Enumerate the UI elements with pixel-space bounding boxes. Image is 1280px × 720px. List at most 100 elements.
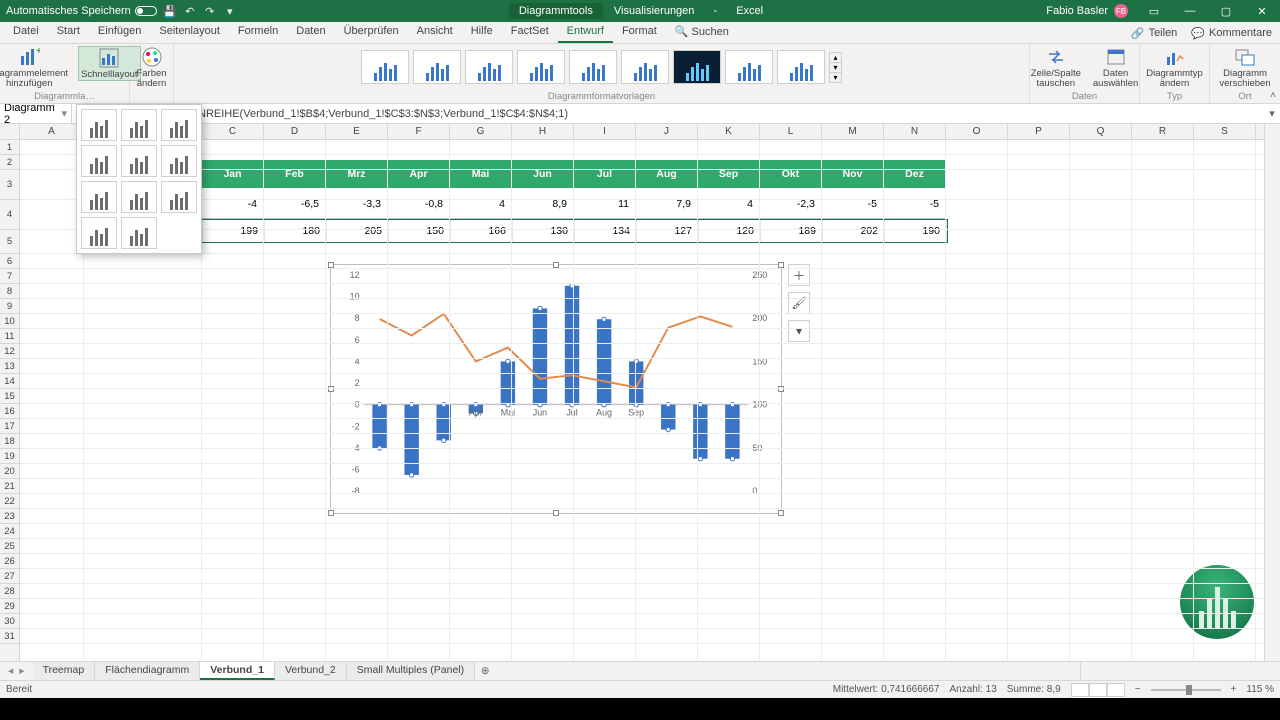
- save-icon[interactable]: 💾: [163, 4, 177, 18]
- chart-style-5[interactable]: [569, 50, 617, 84]
- add-chart-element-button[interactable]: + Diagrammelement hinzufügen: [0, 46, 70, 89]
- row-header-14[interactable]: 14: [0, 374, 19, 389]
- view-page-layout[interactable]: [1089, 683, 1107, 697]
- sheet-tab-fl-chendiagramm[interactable]: Flächendiagramm: [95, 662, 200, 680]
- styles-more[interactable]: ▾: [830, 72, 840, 82]
- row-header-7[interactable]: 7: [0, 269, 19, 284]
- quick-layout-option-9[interactable]: [161, 181, 197, 213]
- tell-me-search[interactable]: 🔍 Suchen: [666, 22, 738, 43]
- chart-style-2[interactable]: [413, 50, 461, 84]
- tab-ansicht[interactable]: Ansicht: [408, 22, 462, 43]
- column-header-R[interactable]: R: [1132, 124, 1194, 139]
- row-header-4[interactable]: 4: [0, 200, 19, 230]
- row-header-22[interactable]: 22: [0, 494, 19, 509]
- quick-layout-option-2[interactable]: [121, 109, 157, 141]
- precip-cell[interactable]: 150: [389, 220, 451, 242]
- sheet-nav-next[interactable]: ▸: [19, 665, 24, 677]
- select-data-button[interactable]: Daten auswählen: [1091, 46, 1140, 89]
- precip-cell[interactable]: 130: [513, 220, 575, 242]
- change-colors-button[interactable]: Farben ändern: [134, 46, 168, 89]
- tab-formeln[interactable]: Formeln: [229, 22, 287, 43]
- temp-cell[interactable]: -0,8: [388, 189, 450, 219]
- expand-formula-bar[interactable]: ▾: [1264, 107, 1280, 120]
- column-header-Q[interactable]: Q: [1070, 124, 1132, 139]
- row-header-1[interactable]: 1: [0, 140, 19, 155]
- row-header-9[interactable]: 9: [0, 299, 19, 314]
- column-header-A[interactable]: A: [20, 124, 84, 139]
- row-header-2[interactable]: 2: [0, 155, 19, 170]
- temp-cell[interactable]: -6,5: [264, 189, 326, 219]
- select-all-corner[interactable]: [0, 124, 20, 140]
- chart-filters-button[interactable]: ▾: [788, 320, 810, 342]
- chart-style-3[interactable]: [465, 50, 513, 84]
- tab-einfügen[interactable]: Einfügen: [89, 22, 150, 43]
- sheet-tab-treemap[interactable]: Treemap: [33, 662, 96, 680]
- chart-styles-gallery[interactable]: ▴ ▾ ▾: [359, 46, 843, 88]
- sheet-tab-small-multiples-panel-[interactable]: Small Multiples (Panel): [347, 662, 475, 680]
- qat-customize-icon[interactable]: ▾: [223, 4, 237, 18]
- tab-start[interactable]: Start: [48, 22, 89, 43]
- zoom-out[interactable]: −: [1135, 684, 1141, 695]
- column-header-C[interactable]: C: [202, 124, 264, 139]
- comments-button[interactable]: 💬 Kommentare: [1191, 27, 1272, 40]
- quick-layout-option-11[interactable]: [121, 217, 157, 249]
- column-header-L[interactable]: L: [760, 124, 822, 139]
- row-header-24[interactable]: 24: [0, 524, 19, 539]
- row-header-27[interactable]: 27: [0, 569, 19, 584]
- chart-style-9[interactable]: [777, 50, 825, 84]
- zoom-in[interactable]: +: [1231, 684, 1237, 695]
- view-normal[interactable]: [1071, 683, 1089, 697]
- switch-row-column-button[interactable]: Zeile/Spalte tauschen: [1029, 46, 1083, 89]
- row-header-25[interactable]: 25: [0, 539, 19, 554]
- quick-layout-option-10[interactable]: [81, 217, 117, 249]
- quick-layout-option-3[interactable]: [161, 109, 197, 141]
- quick-layout-option-4[interactable]: [81, 145, 117, 177]
- move-chart-button[interactable]: Diagramm verschieben: [1216, 46, 1274, 89]
- row-header-23[interactable]: 23: [0, 509, 19, 524]
- chart-style-6[interactable]: [621, 50, 669, 84]
- tab-hilfe[interactable]: Hilfe: [462, 22, 502, 43]
- redo-icon[interactable]: ↷: [203, 4, 217, 18]
- precip-cell[interactable]: 199: [203, 220, 265, 242]
- column-header-P[interactable]: P: [1008, 124, 1070, 139]
- horizontal-scrollbar[interactable]: [1080, 662, 1280, 680]
- precip-cell[interactable]: 127: [637, 220, 699, 242]
- change-chart-type-button[interactable]: Diagrammtyp ändern: [1144, 46, 1205, 89]
- chart-style-7[interactable]: [673, 50, 721, 84]
- tab-seitenlayout[interactable]: Seitenlayout: [150, 22, 229, 43]
- row-header-31[interactable]: 31: [0, 629, 19, 644]
- account-button[interactable]: Fabio Basler FB: [1038, 4, 1136, 18]
- zoom-slider[interactable]: [1151, 689, 1221, 691]
- column-header-J[interactable]: J: [636, 124, 698, 139]
- row-header-11[interactable]: 11: [0, 329, 19, 344]
- zoom-level[interactable]: 115 %: [1246, 684, 1274, 695]
- maximize-button[interactable]: ▢: [1208, 0, 1244, 22]
- chart-styles-button[interactable]: 🖌: [788, 292, 810, 314]
- row-header-19[interactable]: 19: [0, 449, 19, 464]
- chart-style-8[interactable]: [725, 50, 773, 84]
- column-header-O[interactable]: O: [946, 124, 1008, 139]
- quick-layout-option-7[interactable]: [81, 181, 117, 213]
- precip-cell[interactable]: 190: [885, 220, 947, 242]
- row-header-17[interactable]: 17: [0, 419, 19, 434]
- row-header-16[interactable]: 16: [0, 404, 19, 419]
- tab-daten[interactable]: Daten: [287, 22, 334, 43]
- formula-input[interactable]: NREIHE(Verbund_1!$B$4;Verbund_1!$C$3:$N$…: [192, 108, 1264, 120]
- row-header-6[interactable]: 6: [0, 254, 19, 269]
- ribbon-display-options[interactable]: ▭: [1136, 0, 1172, 22]
- temp-cell[interactable]: -3,3: [326, 189, 388, 219]
- row-header-15[interactable]: 15: [0, 389, 19, 404]
- view-page-break[interactable]: [1107, 683, 1125, 697]
- column-header-N[interactable]: N: [884, 124, 946, 139]
- temp-cell[interactable]: -5: [822, 189, 884, 219]
- column-header-K[interactable]: K: [698, 124, 760, 139]
- quick-layout-option-8[interactable]: [121, 181, 157, 213]
- quick-layout-option-1[interactable]: [81, 109, 117, 141]
- row-header-8[interactable]: 8: [0, 284, 19, 299]
- chart-style-4[interactable]: [517, 50, 565, 84]
- precip-cell[interactable]: 166: [451, 220, 513, 242]
- column-header-D[interactable]: D: [264, 124, 326, 139]
- row-header-13[interactable]: 13: [0, 359, 19, 374]
- column-header-F[interactable]: F: [388, 124, 450, 139]
- embedded-chart[interactable]: -8-6-4-2024681012050100150200250AprMaiJu…: [330, 264, 782, 514]
